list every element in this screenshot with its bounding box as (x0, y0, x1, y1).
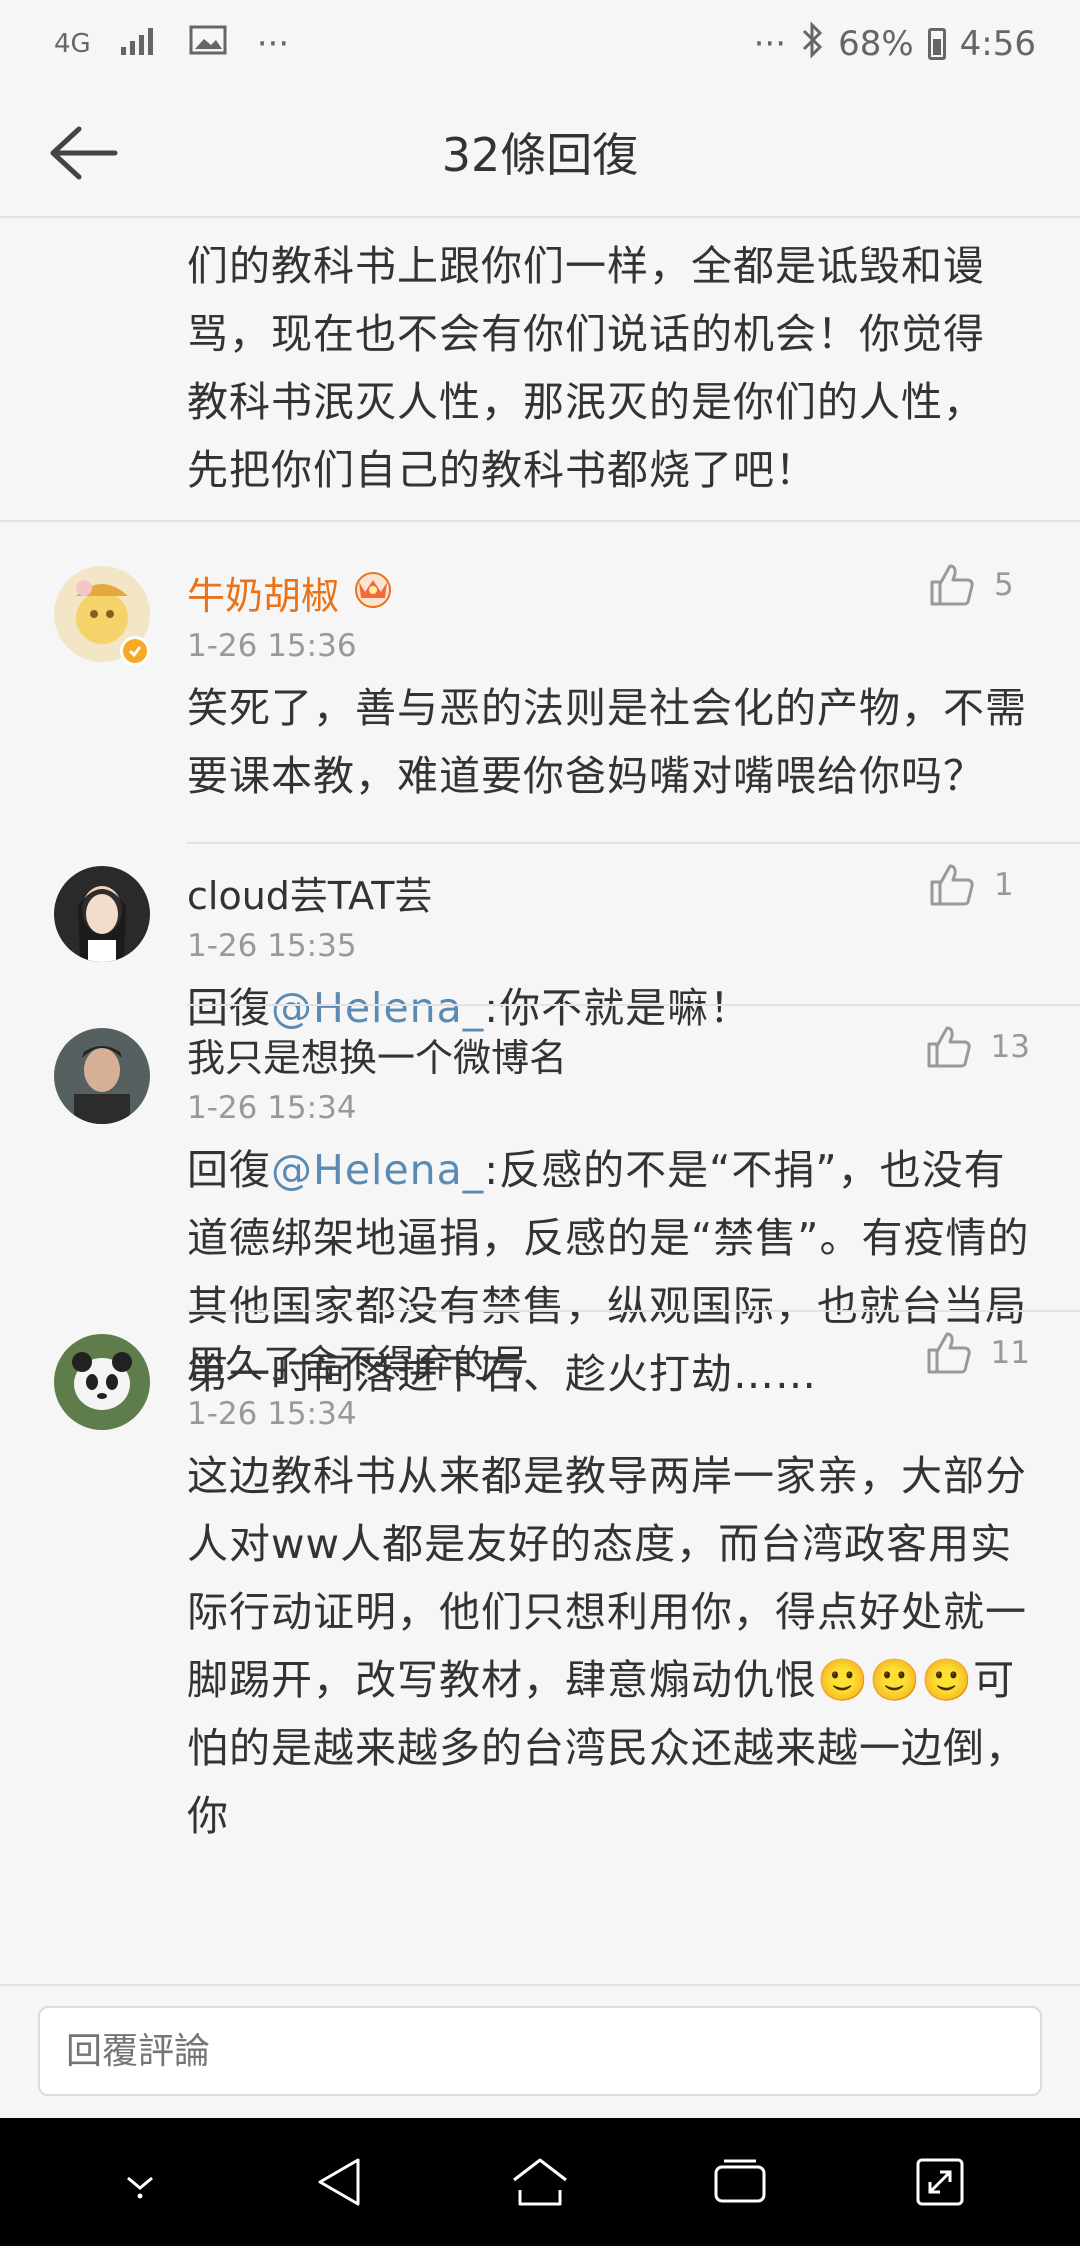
like-button[interactable]: 13 (925, 1024, 1030, 1070)
comment-list[interactable]: 息”，两岸之间的仇恨会比现在N倍！如果我们的教科书上跟你们一样，全都是诋毁和谩骂… (0, 218, 1080, 1984)
system-nav-bar (0, 2118, 1080, 2246)
more-indicator-right: ··· (753, 24, 787, 64)
like-count: 13 (990, 1029, 1030, 1065)
thumbs-up-icon (930, 864, 974, 906)
page-title: 32條回復 (441, 128, 639, 182)
timestamp: 1-26 15:35 (187, 928, 357, 964)
comment-text: 笑死了，善与恶的法则是社会化的产物，不需要课本教，难道要你爸妈嘴对嘴喂给你吗？ (187, 684, 1027, 800)
network-indicator: 4G (54, 29, 91, 59)
battery-icon (927, 28, 946, 60)
nav-back-button[interactable] (295, 2137, 385, 2227)
like-count: 11 (990, 1335, 1030, 1371)
mention-link[interactable]: @Helena_ (271, 1146, 484, 1194)
like-button[interactable]: 1 (928, 862, 1030, 908)
nav-expand-button[interactable] (895, 2137, 985, 2227)
back-button[interactable] (36, 116, 126, 190)
like-button[interactable]: 5 (928, 562, 1030, 608)
recents-icon (714, 2159, 766, 2203)
username[interactable]: cloud芸TAT芸 (187, 844, 1040, 920)
timestamp: 1-26 15:34 (187, 1396, 357, 1432)
nav-home-button[interactable] (495, 2137, 585, 2227)
list-item: 用久了舍不得弃的号 1-26 15:34 这边教科书从来都是教导两岸一家亲，大部… (0, 1312, 1080, 1984)
username-text[interactable]: 牛奶胡椒 (187, 565, 339, 620)
battery-percent: 68% (838, 24, 914, 64)
clock: 4:56 (959, 24, 1036, 64)
status-left: 4G ··· (54, 24, 289, 64)
timestamp: 1-26 15:34 (187, 1090, 357, 1126)
list-item-partial: 息”，两岸之间的仇恨会比现在N倍！如果我们的教科书上跟你们一样，全都是诋毁和谩骂… (0, 218, 1080, 522)
image-icon (189, 24, 227, 64)
home-icon (513, 2158, 567, 2206)
timestamp: 1-26 15:36 (187, 628, 357, 664)
list-item: 我只是想换一个微博名 1-26 15:34 回復@Helena_:反感的不是“不… (0, 1006, 1080, 1398)
bluetooth-icon (800, 20, 824, 68)
like-count: 5 (994, 567, 1014, 603)
reply-bar (0, 1984, 1080, 2118)
more-indicator: ··· (256, 24, 290, 64)
like-button[interactable]: 11 (925, 1330, 1030, 1376)
username[interactable]: 我只是想换一个微博名 (187, 1006, 1040, 1082)
thumbs-up-icon (930, 564, 974, 606)
status-right: ··· 68% 4:56 (753, 20, 1036, 68)
like-count: 1 (994, 867, 1014, 903)
expand-icon (916, 2158, 964, 2206)
header: 32條回復 (0, 88, 1080, 218)
username[interactable]: 用久了舍不得弃的号 (187, 1312, 1040, 1388)
signal-icon (120, 24, 159, 64)
thumbs-up-icon (927, 1026, 971, 1068)
thumbs-up-icon (927, 1332, 971, 1374)
username[interactable]: 牛奶胡椒 (187, 544, 1040, 620)
reply-comment-input[interactable] (38, 2006, 1042, 2096)
nav-hide-button[interactable] (95, 2137, 185, 2227)
list-item: cloud芸TAT芸 1-26 15:35 回復@Helena_:你不就是嘛！ … (0, 844, 1080, 1032)
chevron-down-icon (127, 2176, 153, 2199)
crown-icon (351, 568, 395, 617)
arrow-left-icon (50, 126, 118, 180)
back-triangle-icon (318, 2158, 360, 2206)
comment-text: 息”，两岸之间的仇恨会比现在N倍！如果我们的教科书上跟你们一样，全都是诋毁和谩骂… (187, 218, 996, 494)
nav-recents-button[interactable] (695, 2137, 785, 2227)
reply-prefix: 回復 (187, 1146, 271, 1194)
comment-text: 这边教科书从来都是教导两岸一家亲，大部分人对ww人都是友好的态度，而台湾政客用实… (187, 1442, 1040, 1850)
smile-emoji-icons: 🙂🙂🙂 (817, 1656, 974, 1704)
list-item: 牛奶胡椒 1-26 15:36 笑死了，善与恶的法则是社会化的产物，不需要课本教… (0, 544, 1080, 844)
status-bar: 4G ··· ··· 68% 4:56 (0, 0, 1080, 88)
